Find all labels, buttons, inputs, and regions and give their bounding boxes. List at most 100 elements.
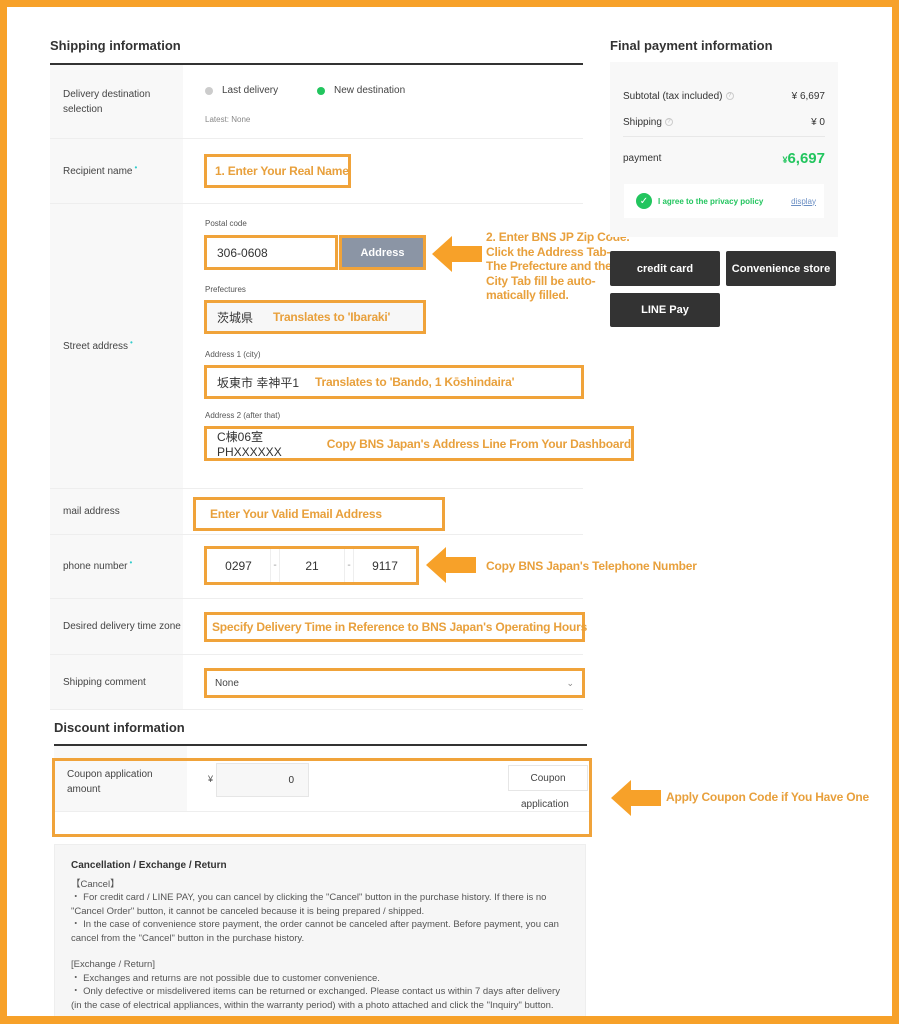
shipping-comment-select[interactable]: None ⌄ [204, 668, 585, 698]
coupon-amount-input[interactable]: 0 [216, 763, 309, 797]
shipping-comment-value: None [215, 677, 239, 689]
checkmark-icon[interactable]: ✓ [636, 193, 652, 209]
phone-part-2: 21 [305, 558, 319, 573]
street-address-label: Street address • [50, 204, 183, 488]
arrow-left-icon [432, 236, 482, 272]
currency-symbol: ¥ [208, 774, 214, 784]
prefecture-label: Prefectures [205, 285, 246, 294]
payment-total-value: 6,697 [787, 150, 825, 167]
delivery-time-label-text: Desired delivery time zone [63, 621, 181, 632]
exchange-item: ・ Exchanges and returns are not possible… [71, 972, 380, 984]
mail-label-text: mail address [63, 506, 120, 517]
phone-annotation: Copy BNS Japan's Telephone Number [486, 559, 697, 573]
cancel-item: ・ For credit card / LINE PAY, you can ca… [71, 892, 547, 917]
required-marker: • [134, 162, 138, 172]
coupon-label-text: Coupon application amount [67, 769, 153, 795]
privacy-display-link[interactable]: display [791, 197, 816, 206]
zip-annotation-line: The Prefecture and the [486, 259, 612, 273]
shipping-comment-label-text: Shipping comment [63, 676, 146, 688]
shipping-section-title: Shipping information [50, 38, 181, 53]
phone-input-group: 0297 - 21 - 9117 [204, 546, 419, 585]
address2-input[interactable]: C棟06室 PHXXXXXX Copy BNS Japan's Address … [204, 426, 634, 461]
address2-value: C棟06室 PHXXXXXX [217, 430, 282, 459]
delivery-selection-label: Delivery destination selection [50, 65, 183, 138]
credit-card-button[interactable]: credit card [610, 251, 720, 286]
payment-section-title: Final payment information [610, 38, 773, 53]
postal-code-input[interactable]: 306-0608 [204, 235, 338, 270]
address1-annotation: Translates to 'Bando, 1 Kōshindaira' [315, 375, 515, 389]
shipping-comment-label: Shipping comment [50, 655, 183, 709]
line-pay-button[interactable]: LINE Pay [610, 293, 720, 327]
help-icon[interactable]: ? [725, 92, 734, 101]
convenience-store-button[interactable]: Convenience store [726, 251, 836, 286]
subtotal-row: Subtotal (tax included)? ¥ 6,697 [623, 91, 825, 102]
required-marker: • [130, 337, 133, 347]
phone-part-1: 0297 [225, 558, 252, 573]
coupon-apply-button[interactable]: Coupon [508, 765, 588, 791]
cancel-item: ・ In the case of convenience store payme… [71, 919, 559, 944]
coupon-divider [55, 811, 589, 812]
prefecture-input[interactable]: 茨城県 Translates to 'Ibaraki' [204, 300, 426, 334]
payment-total-label: payment [623, 153, 662, 164]
phone-separator: - [270, 549, 280, 582]
address-lookup-button[interactable]: Address [339, 235, 426, 270]
exchange-item: ・ Only defective or misdelivered items c… [71, 986, 560, 1011]
subtotal-value: ¥ 6,697 [791, 91, 825, 102]
phone-label-text: phone number [63, 561, 128, 572]
address1-label: Address 1 (city) [205, 350, 261, 359]
shipping-fee-value: ¥ 0 [811, 117, 825, 128]
phone-part-3-input[interactable]: 9117 [354, 549, 416, 582]
recipient-annotation: 1. Enter Your Real Name [215, 164, 349, 178]
phone-part-3: 9117 [372, 558, 398, 573]
arrow-left-icon [611, 780, 661, 816]
coupon-annotation: Apply Coupon Code if You Have One [666, 790, 869, 804]
mail-label: mail address [50, 489, 183, 534]
payment-total-row: payment ¥6,697 [623, 150, 825, 167]
address1-input[interactable]: 坂東市 幸神平1 Translates to 'Bando, 1 Kōshind… [204, 365, 584, 399]
recipient-label-text: Recipient name [63, 165, 133, 177]
required-marker: • [129, 558, 133, 567]
prefecture-annotation: Translates to 'Ibaraki' [273, 310, 391, 324]
help-icon[interactable]: ? [664, 118, 673, 127]
delivery-time-label: Desired delivery time zone [50, 599, 183, 654]
coupon-highlight-box: Coupon application amount ¥ 0 Coupon app… [52, 758, 592, 837]
street-address-label-text: Street address [63, 340, 129, 352]
coupon-button-label: Coupon [530, 772, 566, 784]
radio-new-destination[interactable]: New destination [317, 85, 405, 96]
delivery-selection-row: Delivery destination selection Last deli… [50, 65, 583, 139]
zip-annotation-line: matically filled. [486, 288, 569, 302]
radio-unselected-icon [205, 86, 213, 95]
radio-selected-icon [317, 86, 325, 95]
phone-label: phone number • [50, 535, 183, 598]
cancellation-policy-box: Cancellation / Exchange / Return 【Cancel… [54, 844, 586, 1024]
coupon-button-label-2: application [521, 799, 569, 810]
cancel-heading: 【Cancel】 [71, 878, 120, 890]
radio-last-delivery-label: Last delivery [222, 85, 279, 96]
prefecture-value: 茨城県 [217, 310, 254, 325]
arrow-left-icon [426, 547, 476, 583]
zip-code-annotation: 2. Enter BNS JP Zip Code. Click the Addr… [486, 230, 630, 303]
recipient-name-input[interactable]: 1. Enter Your Real Name [204, 154, 351, 188]
address2-annotation: Copy BNS Japan's Address Line From Your … [326, 436, 631, 451]
page-frame-bottom [0, 1016, 899, 1024]
recipient-label: Recipient name • [50, 139, 183, 203]
shipping-fee-row: Shipping? ¥ 0 [623, 117, 825, 128]
chevron-down-icon: ⌄ [566, 677, 574, 688]
payment-total: ¥6,697 [782, 150, 825, 167]
zip-annotation-line: City Tab fill be auto- [486, 273, 596, 288]
zip-annotation-line: Click the Address Tab- [486, 244, 611, 259]
latest-delivery-text: Latest: None [205, 115, 251, 124]
delivery-time-select[interactable]: Specify Delivery Time in Reference to BN… [204, 612, 588, 642]
delivery-time-annotation: Specify Delivery Time in Reference to BN… [212, 620, 588, 634]
exchange-heading: [Exchange / Return] [71, 959, 155, 970]
coupon-label: Coupon application amount [55, 761, 187, 811]
shipping-fee-label: Shipping? [623, 117, 673, 128]
privacy-agreement-text: I agree to the privacy policy [658, 196, 764, 206]
phone-part-1-input[interactable]: 0297 [207, 549, 270, 582]
privacy-agreement: ✓ I agree to the privacy policy display [624, 184, 824, 218]
email-input[interactable]: Enter Your Valid Email Address [193, 497, 445, 531]
phone-part-2-input[interactable]: 21 [280, 549, 344, 582]
postal-code-label: Postal code [205, 219, 247, 228]
radio-last-delivery[interactable]: Last delivery [205, 85, 278, 96]
payment-divider [623, 136, 825, 137]
